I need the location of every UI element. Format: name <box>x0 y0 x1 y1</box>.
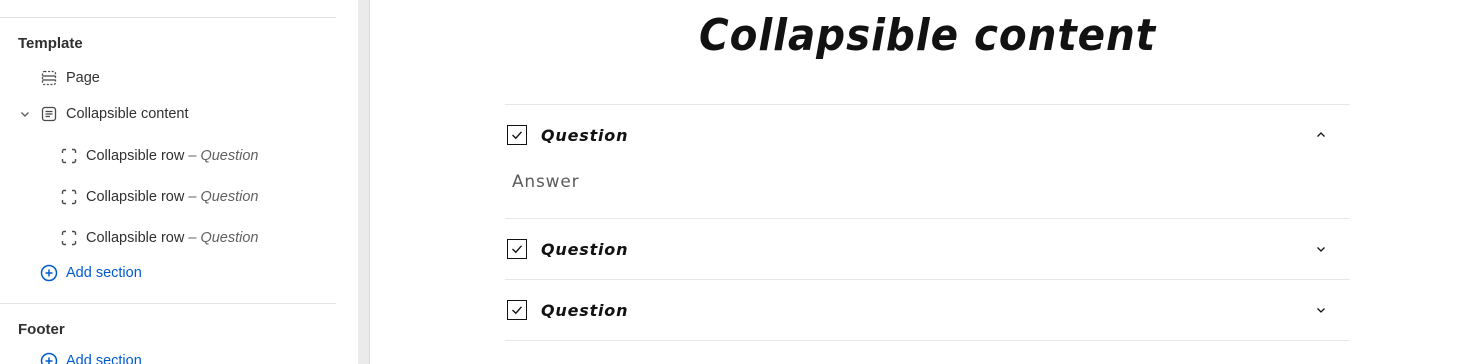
block-icon <box>60 147 78 165</box>
block-icon <box>60 188 78 206</box>
sidebar-item-collapsible-content[interactable]: Collapsible content <box>40 102 189 126</box>
sidebar-divider <box>0 17 336 18</box>
chevron-down-icon <box>1314 242 1328 256</box>
block-icon <box>60 229 78 247</box>
accordion-row[interactable]: Question <box>505 290 1350 330</box>
plus-circle-icon <box>40 352 58 364</box>
accordion-title: Question <box>541 239 629 259</box>
chevron-down-icon[interactable] <box>18 107 32 121</box>
add-section-button[interactable]: Add section <box>40 264 142 282</box>
accordion-row[interactable]: Question <box>505 229 1350 269</box>
sidebar-item-collapsible-row[interactable]: Collapsible row – Question <box>60 185 259 209</box>
checkbox-icon <box>507 239 527 259</box>
template-group-title: Template <box>18 35 83 52</box>
section-icon <box>40 105 58 123</box>
sidebar-item-collapsible-row[interactable]: Collapsible row – Question <box>60 226 259 250</box>
add-section-label: Add section <box>66 353 142 364</box>
preview-canvas: Collapsible content Question Answer Ques… <box>370 0 1465 364</box>
accordion-divider <box>505 104 1350 105</box>
sidebar-item-label: Collapsible content <box>66 106 189 122</box>
accordion-divider <box>505 218 1350 219</box>
footer-group-title: Footer <box>18 321 65 338</box>
sidebar-item-label: Collapsible row <box>86 189 185 205</box>
chevron-down-icon <box>1314 303 1328 317</box>
sidebar: Template Page Collapsible content Collap… <box>0 0 358 364</box>
accordion-row[interactable]: Question <box>505 115 1350 155</box>
sidebar-item-label: Collapsible row <box>86 230 185 246</box>
footer-add-section-button[interactable]: Add section <box>40 352 142 364</box>
accordion-title: Question <box>541 125 629 145</box>
checkbox-icon <box>507 300 527 320</box>
sidebar-item-label: Collapsible row <box>86 148 185 164</box>
accordion-title: Question <box>541 300 629 320</box>
accordion-divider <box>505 279 1350 280</box>
chevron-up-icon <box>1314 128 1328 142</box>
sidebar-item-suffix: – Question <box>188 230 259 246</box>
page-layout-icon <box>40 69 58 87</box>
sidebar-item-suffix: – Question <box>188 189 259 205</box>
accordion-divider <box>505 340 1350 341</box>
checkbox-icon <box>507 125 527 145</box>
sidebar-item-label: Page <box>66 70 100 86</box>
sidebar-divider <box>0 303 336 304</box>
page-title: Collapsible content <box>698 10 1157 61</box>
sidebar-item-suffix: – Question <box>188 148 259 164</box>
sidebar-item-collapsible-row[interactable]: Collapsible row – Question <box>60 144 259 168</box>
panel-divider-scrollbar[interactable] <box>358 0 370 364</box>
add-section-label: Add section <box>66 265 142 281</box>
sidebar-item-page[interactable]: Page <box>40 66 100 90</box>
accordion-answer: Answer <box>512 172 580 192</box>
plus-circle-icon <box>40 264 58 282</box>
